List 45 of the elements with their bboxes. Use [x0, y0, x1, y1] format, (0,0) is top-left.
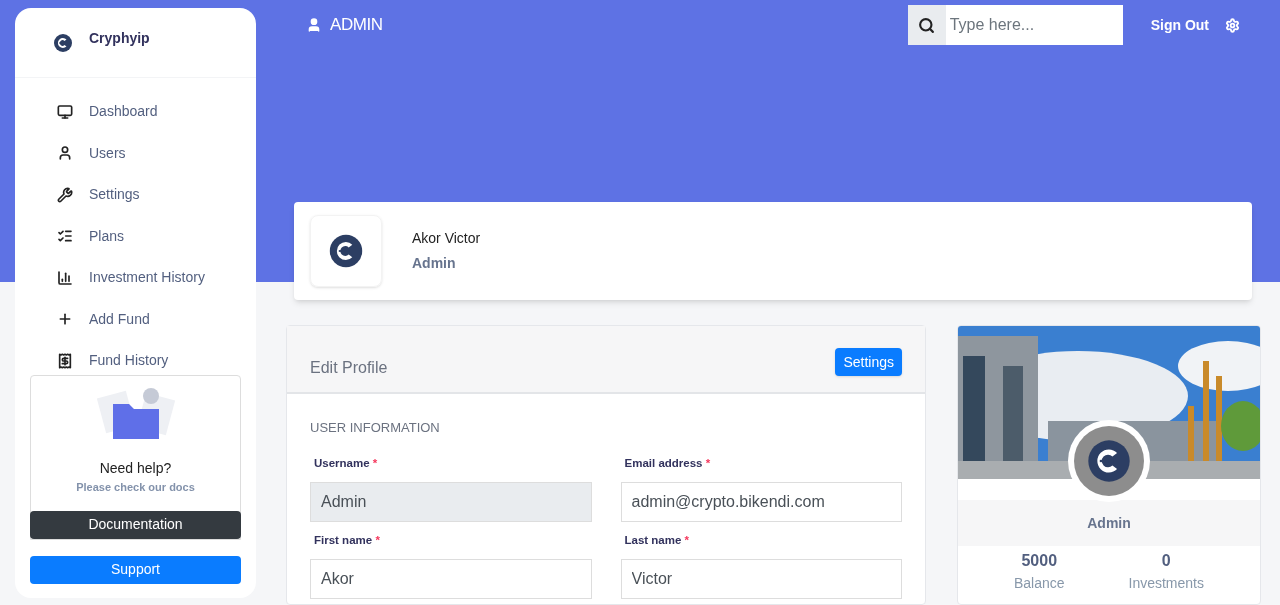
admin-label: ADMIN: [330, 14, 383, 37]
help-subtitle: Please check our docs: [76, 480, 195, 495]
field-label: First name *: [314, 532, 381, 548]
stat-label: Balance: [1013, 574, 1065, 593]
receipt-icon: [57, 352, 73, 369]
sidebar-item[interactable]: Fund History: [15, 340, 256, 375]
profile-name: Akor Victor: [412, 229, 481, 249]
help-title: Need help?: [99, 459, 172, 478]
documentation-button[interactable]: Documentation: [30, 510, 241, 539]
list-icon: [57, 228, 73, 245]
sidebar-item[interactable]: Plans: [15, 215, 256, 257]
support-button[interactable]: Support: [30, 555, 241, 584]
wrench-icon: [57, 186, 73, 203]
settings-button[interactable]: Settings: [835, 348, 902, 376]
stat-value: 0: [1161, 551, 1171, 571]
section-heading: USER INFORMATION: [310, 419, 441, 437]
sign-out-link[interactable]: Sign Out: [1150, 14, 1209, 36]
bar-chart-icon: [57, 269, 73, 286]
brand-logo: [53, 32, 73, 53]
settings-icon[interactable]: [1225, 17, 1240, 33]
sidebar-item[interactable]: Settings: [15, 174, 256, 216]
text-field[interactable]: Akor: [310, 559, 592, 599]
sidebar-item[interactable]: Investment History: [15, 257, 256, 299]
field-label: Username *: [314, 455, 379, 471]
field-label: Last name *: [624, 532, 691, 548]
stat-label: Investments: [1128, 574, 1204, 593]
search-icon: [918, 16, 936, 34]
brand-name: Cryphyip: [89, 29, 150, 48]
profile-role: Admin: [412, 254, 457, 274]
sidebar-item[interactable]: Dashboard: [15, 91, 256, 133]
monitor-icon: [57, 103, 73, 120]
card-name: Admin: [1087, 513, 1131, 533]
text-field[interactable]: admin@crypto.bikendi.com: [620, 481, 902, 522]
search-input[interactable]: Type here...: [945, 13, 1123, 38]
text-field[interactable]: Victor: [620, 559, 902, 599]
avatar-logo: [1086, 438, 1132, 484]
card-title: Edit Profile: [310, 358, 388, 378]
user-icon: [306, 17, 322, 34]
user-icon: [57, 145, 73, 162]
sidebar-item[interactable]: Add Fund: [15, 298, 256, 340]
avatar-logo: [328, 233, 364, 270]
search-field[interactable]: Type here...: [907, 5, 1123, 46]
sidebar-item[interactable]: Users: [15, 132, 256, 174]
field-label: Email address *: [624, 455, 712, 471]
stat-value: 5000: [1021, 551, 1058, 571]
